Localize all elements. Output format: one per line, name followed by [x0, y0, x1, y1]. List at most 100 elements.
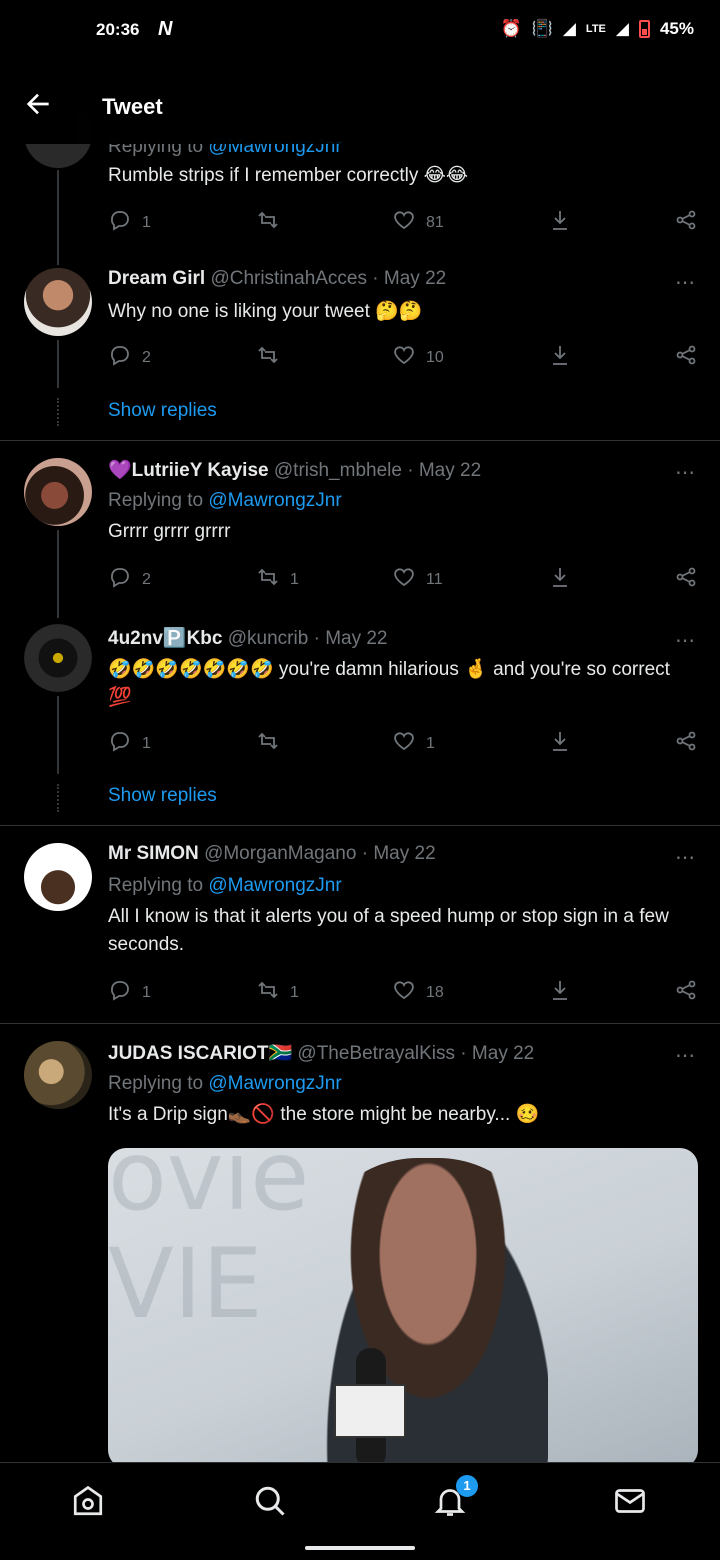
more-icon[interactable]: ⋯ — [675, 460, 696, 485]
reply-button[interactable]: 1 — [108, 729, 151, 758]
retweet-button[interactable]: 1 — [256, 978, 299, 1007]
retweet-button[interactable] — [256, 343, 280, 372]
media-background-text: VIE — [108, 1228, 263, 1340]
more-button[interactable] — [674, 978, 698, 1007]
retweet-icon — [256, 565, 280, 594]
search-icon[interactable] — [252, 1483, 292, 1523]
tweet-header: 4u2nv🅿️Kbc @kuncrib · May 22 — [108, 628, 388, 649]
author-name[interactable]: JUDAS ISCARIOT🇿🇦 — [108, 1043, 292, 1064]
retweet-icon — [256, 978, 280, 1007]
share-button[interactable] — [548, 565, 572, 594]
back-arrow-icon[interactable] — [22, 88, 54, 120]
retweet-button[interactable] — [256, 729, 280, 758]
author-handle: @MorganMagano — [204, 843, 357, 864]
mail-icon[interactable] — [612, 1483, 652, 1523]
tweet-actions: 1 1 18 — [108, 978, 700, 1006]
author-name[interactable]: Dream Girl — [108, 268, 205, 289]
more-button[interactable] — [674, 343, 698, 372]
avatar[interactable] — [24, 624, 92, 692]
alarm-icon: ⏰ — [500, 19, 522, 38]
mention-link[interactable]: @MawrongzJnr — [208, 490, 341, 511]
share-icon — [548, 729, 572, 758]
tweet-actions: 11 — [108, 729, 700, 757]
tweet-header: JUDAS ISCARIOT🇿🇦 @TheBetrayalKiss · May … — [108, 1043, 535, 1064]
retweet-count: 1 — [290, 983, 299, 1001]
divider — [0, 825, 720, 826]
share-icon — [548, 565, 572, 594]
author-name[interactable]: Mr SIMON — [108, 843, 199, 864]
mention-link[interactable]: @MawrongzJnr — [208, 1073, 341, 1094]
home-indicator[interactable] — [305, 1546, 415, 1550]
share-button[interactable] — [548, 343, 572, 372]
reply-icon — [108, 565, 132, 594]
avatar[interactable] — [24, 1041, 92, 1109]
reply-button[interactable]: 2 — [108, 343, 151, 372]
more-icon[interactable]: ⋯ — [675, 845, 696, 870]
divider — [0, 1023, 720, 1024]
more-icon — [674, 565, 698, 594]
like-button[interactable]: 1 — [392, 729, 435, 758]
like-button[interactable]: 10 — [392, 343, 444, 372]
more-icon — [674, 978, 698, 1007]
like-button[interactable]: 81 — [392, 208, 444, 237]
mention-link[interactable]: @MawrongzJnr — [208, 875, 341, 896]
share-button[interactable] — [548, 729, 572, 758]
tweet-text: All I know is that it alerts you of a sp… — [108, 906, 669, 955]
reply-to: Replying to @MawrongzJnr — [108, 490, 342, 511]
retweet-icon — [256, 343, 280, 372]
more-button[interactable] — [674, 208, 698, 237]
status-icons: ⏰ 📳 ◢ LTE ◢ 45% — [500, 19, 694, 39]
retweet-count: 1 — [290, 570, 299, 588]
author-name[interactable]: 4u2nv🅿️Kbc — [108, 628, 222, 649]
more-icon[interactable]: ⋯ — [675, 270, 696, 295]
like-count: 10 — [426, 348, 444, 366]
more-button[interactable] — [674, 565, 698, 594]
reply-count: 1 — [142, 213, 151, 231]
reply-button[interactable]: 1 — [108, 978, 151, 1007]
tweet-header: 💜LutriieY Kayise @trish_mbhele · May 22 — [108, 460, 482, 481]
more-icon — [674, 208, 698, 237]
page-title: Tweet — [102, 94, 163, 119]
share-icon — [548, 343, 572, 372]
show-replies-link[interactable]: Show replies — [108, 400, 217, 422]
retweet-button[interactable] — [256, 208, 280, 237]
battery-icon — [638, 20, 650, 38]
like-icon — [392, 343, 416, 372]
reply-to: Replying to @MawrongzJnr — [108, 1073, 342, 1094]
tweet-text: It's a Drip sign👞🚫 the store might be ne… — [108, 1104, 540, 1125]
bell-icon[interactable]: 1 — [432, 1475, 478, 1523]
share-icon — [548, 208, 572, 237]
signal-icon: ◢ — [562, 19, 576, 38]
reply-to: Replying to @MawrongzJnr — [108, 875, 342, 896]
home-icon[interactable] — [70, 1483, 110, 1523]
reply-button[interactable]: 2 — [108, 565, 151, 594]
share-button[interactable] — [548, 978, 572, 1007]
notifications-badge: 1 — [456, 1475, 478, 1497]
share-button[interactable] — [548, 208, 572, 237]
more-button[interactable] — [674, 729, 698, 758]
thread-dots — [57, 784, 59, 812]
retweet-button[interactable]: 1 — [256, 565, 299, 594]
like-icon — [392, 565, 416, 594]
like-button[interactable]: 11 — [392, 565, 443, 594]
battery-percent: 45% — [659, 19, 694, 38]
like-count: 11 — [426, 570, 443, 588]
reply-button[interactable]: 1 — [108, 208, 151, 237]
retweet-icon — [256, 208, 280, 237]
more-icon[interactable]: ⋯ — [675, 1043, 696, 1068]
netflix-notification-icon: N — [158, 18, 173, 40]
reply-count: 1 — [142, 734, 151, 752]
avatar[interactable] — [24, 843, 92, 911]
show-replies-link[interactable]: Show replies — [108, 785, 217, 807]
retweet-icon — [256, 729, 280, 758]
more-icon — [674, 343, 698, 372]
divider — [0, 440, 720, 441]
author-name[interactable]: 💜LutriieY Kayise — [108, 460, 269, 481]
avatar[interactable] — [24, 458, 92, 526]
like-button[interactable]: 18 — [392, 978, 444, 1007]
avatar[interactable] — [24, 268, 92, 336]
tweet-media-image[interactable]: ovie VIE — [108, 1148, 698, 1468]
more-icon[interactable]: ⋯ — [675, 628, 696, 653]
like-icon — [392, 729, 416, 758]
like-count: 1 — [426, 734, 435, 752]
